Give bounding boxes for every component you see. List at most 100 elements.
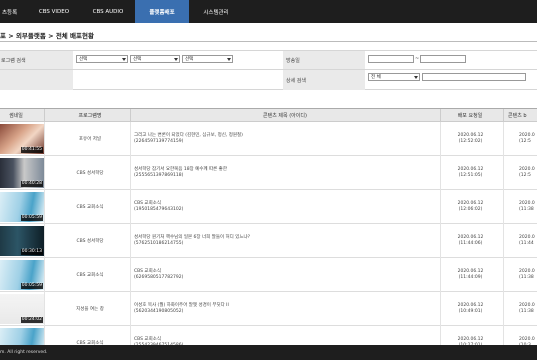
detail-search-select-value: 전 체	[371, 75, 381, 80]
content-title-cell[interactable]: CBS 교회소식 (1950185479643102)	[134, 190, 434, 224]
tab-system-admin[interactable]: 시스템관리	[189, 0, 243, 23]
cell-divider	[440, 292, 441, 326]
detail-search-select[interactable]: 전 체	[368, 73, 420, 81]
tab-cbs-audio[interactable]: CBS AUDIO	[81, 0, 135, 23]
content-time: (12:5	[519, 173, 531, 178]
header-divider	[503, 109, 504, 122]
request-time: (11:44:06)	[458, 241, 483, 246]
program-select-3-value: 선택	[185, 57, 194, 62]
footer: m. All right reserved.	[0, 345, 537, 360]
content-title-cell[interactable]: 이성호 목사 (월) 하화이주어 말뗏 성경이 부딧다 II (56203441…	[134, 292, 434, 326]
request-time: (12:51:05)	[458, 173, 483, 178]
cell-divider	[44, 190, 45, 224]
content-date-cell: 2020.0 (12:5	[519, 122, 537, 156]
content-title-cell[interactable]: 성서학당 원기처 핵수님의 일몬 6장 너희 딸들이 허디 있느냐? (5762…	[134, 224, 434, 258]
cell-divider	[44, 156, 45, 190]
cell-divider	[130, 224, 131, 258]
request-date-cell: 2020.06.12 (10:49:01)	[448, 292, 493, 326]
table-row[interactable]: 00:05:59 CBS 교회소식 CBS 교회소식 (626958051778…	[0, 258, 537, 292]
cell-divider	[44, 122, 45, 156]
request-date-cell: 2020.06.12 (12:51:05)	[448, 156, 493, 190]
tab-content-register[interactable]: 츠등록	[0, 0, 27, 23]
video-thumbnail[interactable]: 00:05:59	[0, 192, 44, 222]
table-row[interactable]: 00:24:02 지성을 여는 창 이성호 목사 (월) 하화이주어 말뗏 성경…	[0, 292, 537, 326]
content-id: (6269580517782792)	[134, 275, 184, 280]
duration-badge: 00:24:02	[20, 317, 43, 323]
program-select-1[interactable]: 선택	[76, 55, 128, 63]
chevron-down-icon	[122, 57, 126, 61]
header-content-date: 콘텐츠 b	[508, 113, 527, 119]
date-separator: ~	[415, 56, 420, 62]
cell-divider	[503, 258, 504, 292]
copyright-text: m. All right reserved.	[0, 350, 48, 355]
cell-divider	[503, 190, 504, 224]
content-time: (12:5	[519, 139, 531, 144]
cell-divider	[503, 292, 504, 326]
content-date-cell: 2020.0 (11:38	[519, 292, 537, 326]
header-program: 프로그램명	[78, 113, 102, 119]
date-end-input[interactable]	[420, 55, 466, 63]
tab-cbs-video[interactable]: CBS VIDEO	[27, 0, 81, 23]
program-select-2-value: 선택	[133, 57, 142, 62]
video-thumbnail[interactable]: 00:40:28	[0, 158, 44, 188]
breadcrumb: 포 > 외부플랫폼 > 전체 배포현황	[0, 32, 94, 40]
cell-divider	[440, 156, 441, 190]
request-date-cell: 2020.06.12 (11:44:06)	[448, 224, 493, 258]
program-name: CBS 성서학당	[76, 171, 104, 176]
table-row[interactable]: 00:41:55 포유어 저널 그리고 나는 변론이 되었다 (김현민, 심규보…	[0, 122, 537, 156]
table-row[interactable]: 00:40:28 CBS 성서학당 성서학당 잠기서 요한복음 18장 예수께 …	[0, 156, 537, 190]
request-date-cell: 2020.06.12 (11:44:09)	[448, 258, 493, 292]
table-row[interactable]: 00:30:13 CBS 성서학당 성서학당 원기처 핵수님의 일몬 6장 너희…	[0, 224, 537, 258]
chevron-down-icon	[174, 57, 178, 61]
duration-badge: 00:40:28	[20, 181, 43, 187]
broadcast-date-label: 방송일	[283, 51, 365, 69]
request-date-cell: 2020.06.12 (12:52:02)	[448, 122, 493, 156]
cell-divider	[130, 190, 131, 224]
table-row[interactable]: 00:05:59 CBS 교회소식 CBS 교회소식 (195018547964…	[0, 190, 537, 224]
detail-search-input[interactable]	[422, 73, 526, 81]
program-name: 지성을 여는 창	[76, 307, 104, 312]
content-date-cell: 2020.0 (11:44	[519, 224, 537, 258]
program-select-1-value: 선택	[79, 57, 88, 62]
cell-divider	[44, 292, 45, 326]
breadcrumb-divider	[0, 41, 537, 42]
video-thumbnail[interactable]: 00:30:13	[0, 226, 44, 256]
empty-label-cell	[0, 70, 73, 90]
content-time: (11:38	[519, 309, 534, 314]
request-time: (12:06:02)	[458, 207, 483, 212]
duration-badge: 00:05:59	[20, 215, 43, 221]
header-thumbnail: 썸네일	[9, 113, 23, 119]
cell-divider	[130, 156, 131, 190]
program-select-2[interactable]: 선택	[130, 55, 180, 63]
content-id: (2264597139774159)	[134, 139, 184, 144]
content-date-cell: 2020.0 (11:38	[519, 258, 537, 292]
content-time: (11:38	[519, 207, 534, 212]
program-name: CBS 교회소식	[76, 273, 104, 278]
header-title: 콘텐츠 제목 (아이디)	[263, 113, 307, 119]
header-request-date: 배포 요청일	[457, 113, 483, 119]
request-time: (12:52:02)	[458, 139, 483, 144]
cell-divider	[440, 122, 441, 156]
content-date-cell: 2020.0 (12:5	[519, 156, 537, 190]
cell-divider	[44, 258, 45, 292]
program-select-3[interactable]: 선택	[182, 55, 233, 63]
date-start-input[interactable]	[368, 55, 414, 63]
cell-divider	[44, 224, 45, 258]
video-thumbnail[interactable]: 00:24:02	[0, 294, 44, 324]
table-header: 썸네일 프로그램명 콘텐츠 제목 (아이디) 배포 요청일 콘텐츠 b	[0, 108, 537, 122]
video-thumbnail[interactable]: 00:41:55	[0, 124, 44, 154]
content-title-cell[interactable]: 그리고 나는 변론이 되었다 (김현민, 심규보, 정신, 정원철) (2264…	[134, 122, 434, 156]
cell-divider	[503, 224, 504, 258]
cell-divider	[130, 258, 131, 292]
request-time: (10:49:01)	[458, 309, 483, 314]
chevron-down-icon	[227, 57, 231, 61]
request-time: (11:44:09)	[458, 275, 483, 280]
program-name: 포유어 저널	[78, 137, 102, 142]
content-title-cell[interactable]: 성서학당 잠기서 요한복음 18장 예수께 따른 좋한 (25556513978…	[134, 156, 434, 190]
video-thumbnail[interactable]: 00:05:59	[0, 260, 44, 290]
header-divider	[44, 109, 45, 122]
tab-platform-distribution[interactable]: 플랫폼배포	[135, 0, 189, 23]
content-title-cell[interactable]: CBS 교회소식 (6269580517782792)	[134, 258, 434, 292]
cell-divider	[130, 122, 131, 156]
chevron-down-icon	[414, 75, 418, 79]
